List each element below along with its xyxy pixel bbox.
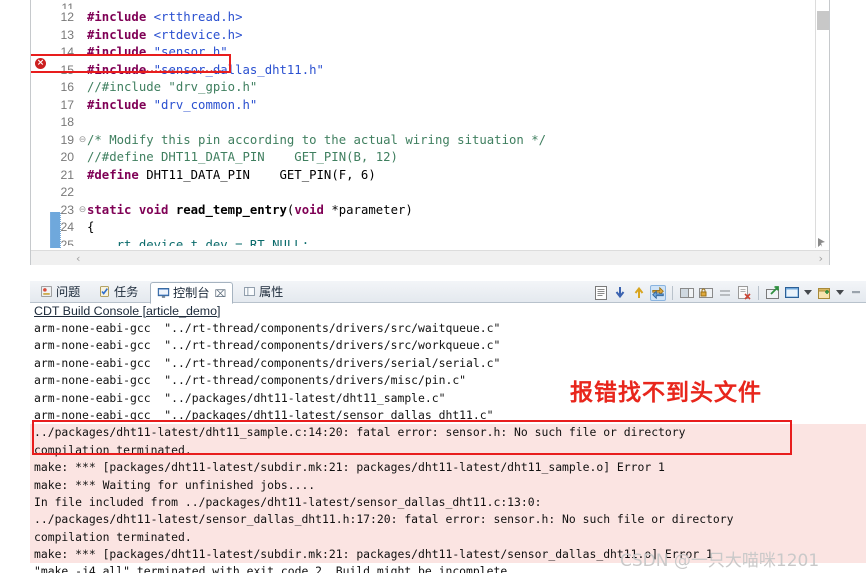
tab-properties[interactable]: 属性 [237,282,289,303]
remove-all-terminated-icon [736,285,752,301]
console-error-line: ../packages/dht11-latest/sensor_dallas_d… [30,511,866,529]
fold-marker-icon[interactable]: ⊖ [78,132,87,150]
error-marker-icon[interactable]: × [35,58,46,69]
console-error-line: make: *** [packages/dht11-latest/subdir.… [30,459,866,477]
view-tab-bar: 问题 任务 控制台 ⌧ 属性 [30,281,866,304]
code-line-list: 11 12 #include <rtthread.h> 13 #include <rtd… [31,0,816,246]
console-line: arm-none-eabi-gcc "../rt-thread/componen… [34,321,501,335]
mouse-cursor-icon [818,238,825,247]
display-selected-console-icon[interactable] [679,285,695,301]
line-number: 16 [60,80,74,94]
scroll-right-icon[interactable]: › [819,252,823,265]
problems-icon [40,284,53,297]
tab-label: 任务 [114,285,139,299]
code-line[interactable]: 12 #include <rtthread.h> [31,9,816,27]
code-text: #include <rtdevice.h> [87,27,243,42]
minimize-icon[interactable] [848,285,864,301]
code-line[interactable]: 17 #include "drv_common.h" [31,97,816,115]
tab-label: 控制台 [173,286,210,300]
console-line: arm-none-eabi-gcc "../rt-thread/componen… [34,355,501,370]
toolbar-separator-2 [758,285,759,300]
code-line[interactable]: 23 ⊖static void read_temp_entry(void *par… [31,202,816,220]
tasks-icon [98,284,111,297]
error-squiggly-underline [139,70,221,73]
code-text: #include <rtthread.h> [87,10,243,24]
code-text: static void read_temp_entry(void *parame… [87,202,413,217]
console-view: 问题 任务 控制台 ⌧ 属性 CDT Build Console [articl… [30,281,866,573]
code-line[interactable]: 16 //#include "drv_gpio.h" [31,79,816,97]
line-number: 19 [60,132,74,147]
scroll-lock-up-icon[interactable] [631,285,647,301]
new-console-view-icon[interactable] [784,285,800,301]
code-line[interactable]: 18 [31,114,816,132]
console-line: arm-none-eabi-gcc "../rt-thread/componen… [34,338,501,353]
console-title-bar: CDT Build Console [article_demo] [30,303,866,320]
code-line[interactable]: 14 #include "sensor.h" [31,44,816,62]
console-output[interactable]: arm-none-eabi-gcc "../rt-thread/componen… [30,320,866,573]
open-console-icon[interactable] [765,285,781,301]
code-text: //#include "drv_gpio.h" [87,80,258,94]
tab-console[interactable]: 控制台 ⌧ [150,282,234,304]
code-text: { [87,220,95,234]
console-toolbar [593,283,864,302]
code-text: //#define DHT11_DATA_PIN GET_PIN(B, 12) [87,150,398,164]
editor-vertical-scrollbar[interactable] [815,0,829,248]
line-number: 11 [61,1,74,9]
remove-launch-icon [717,285,733,301]
code-editor-pane[interactable]: 11 12 #include <rtthread.h> 13 #include <rtd… [30,0,830,265]
properties-icon [243,284,256,297]
line-number: 17 [60,97,74,112]
toolbar-separator [672,285,673,300]
console-error-line: make: *** Waiting for unfinished jobs...… [30,476,866,494]
line-number: 22 [60,185,74,199]
scroll-lock-down-icon[interactable] [612,285,628,301]
current-block-indicator [50,212,61,248]
csdn-watermark: CSDN @一只大喵咪1201 [620,551,820,571]
code-line[interactable]: 24{ [31,219,816,237]
console-error-line: compilation terminated. [30,441,866,460]
console-line: arm-none-eabi-gcc "../packages/dht11-lat… [34,407,494,422]
tab-tasks[interactable]: 任务 [92,282,144,303]
red-annotation-text: 报错找不到头文件 [570,380,762,406]
line-number: 12 [60,10,74,24]
line-number: 18 [60,115,74,129]
scroll-left-icon[interactable]: ‹ [76,252,80,265]
eclipse-ide-screenshot: 11 12 #include <rtthread.h> 13 #include <rtd… [0,0,866,573]
tab-label: 问题 [56,285,81,299]
code-text: #define DHT11_DATA_PIN GET_PIN(F, 6) [87,167,376,182]
chevron-down-icon[interactable] [804,290,812,295]
code-line[interactable]: 21 #define DHT11_DATA_PIN GET_PIN(F, 6) [31,167,816,185]
fold-marker-icon[interactable]: ⊖ [78,202,87,220]
editor-left-margin [0,0,30,281]
tab-problems[interactable]: 问题 [34,282,86,303]
chevron-down-icon-2[interactable] [836,290,844,295]
console-error-line: compilation terminated. [30,528,866,547]
pin-console-icon[interactable] [650,284,666,301]
console-error-line: In file included from ../packages/dht11-… [30,493,866,512]
console-icon [157,285,170,298]
code-line[interactable]: 13 #include <rtdevice.h> [31,27,816,45]
new-console-icon[interactable] [816,285,832,301]
editor-vertical-scroll-thumb[interactable] [817,11,829,30]
lock-console-icon[interactable] [698,285,714,301]
line-number: 13 [60,27,74,42]
code-line[interactable]: 22 [31,184,816,202]
console-error-line: ../packages/dht11-latest/dht11_sample.c:… [30,424,866,442]
code-text: #include "drv_common.h" [87,97,258,112]
code-editor-text-area[interactable]: 11 12 #include <rtthread.h> 13 #include <rtd… [31,0,816,248]
editor-horizontal-scrollbar[interactable]: ‹ › [31,250,829,265]
line-number: 20 [60,150,74,164]
code-text: /* Modify this pin according to the actu… [87,132,547,147]
line-number: 21 [60,167,74,182]
code-text: #include "sensor.h" [87,45,228,59]
code-line[interactable]: 11 [31,0,816,9]
code-line[interactable]: 19 ⊖/* Modify this pin according to the a… [31,132,816,150]
code-line[interactable]: 20 //#define DHT11_DATA_PIN GET_PIN(B, 12… [31,149,816,167]
console-title-label: CDT Build Console [article_demo] [34,304,221,318]
code-line[interactable]: 25 rt_device_t dev = RT_NULL; [31,237,816,246]
tab-label: 属性 [259,285,284,299]
tab-close-icon[interactable]: ⌧ [215,289,227,300]
code-text: rt_device_t dev = RT_NULL; [87,237,310,246]
clear-console-icon[interactable] [593,285,609,301]
